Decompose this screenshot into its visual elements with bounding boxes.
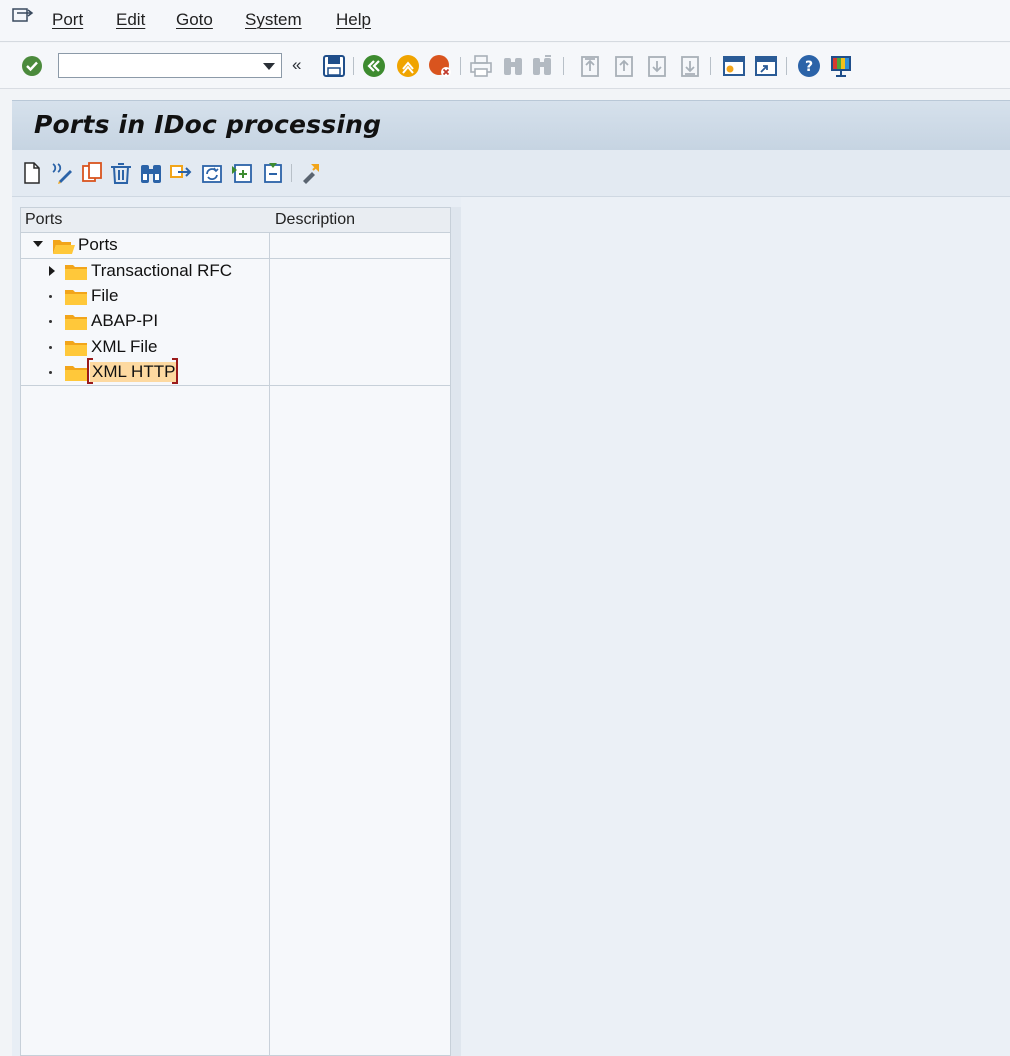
next-page-icon bbox=[648, 56, 666, 77]
menu-bar: Port Edit Goto System Help bbox=[0, 0, 1010, 42]
menu-edit[interactable]: Edit bbox=[116, 10, 145, 30]
tree-node-label[interactable]: XML File bbox=[91, 337, 157, 357]
folder-icon bbox=[65, 341, 87, 356]
enter-check-icon[interactable] bbox=[20, 54, 44, 78]
refresh-icon[interactable] bbox=[200, 161, 224, 185]
tree-node-abap-pi[interactable]: ABAP-PI bbox=[21, 309, 450, 334]
toolbar-separator bbox=[291, 164, 292, 182]
menu-port[interactable]: Port bbox=[52, 10, 83, 30]
toolbar-separator bbox=[786, 57, 787, 75]
leaf-bullet-icon bbox=[49, 295, 52, 298]
toolbar-separator bbox=[460, 57, 461, 75]
menu-expand-icon[interactable] bbox=[12, 7, 34, 27]
create-icon[interactable] bbox=[20, 161, 44, 185]
folder-icon bbox=[65, 366, 87, 381]
change-icon[interactable] bbox=[50, 161, 74, 185]
chevron-down-icon[interactable] bbox=[263, 63, 275, 70]
where-used-icon[interactable] bbox=[298, 161, 322, 185]
toolbar-separator bbox=[563, 57, 564, 75]
expand-subtree-icon[interactable] bbox=[230, 161, 254, 185]
tree-node-transactional-rfc[interactable]: Transactional RFC bbox=[21, 259, 450, 284]
svg-text:?: ? bbox=[805, 59, 813, 75]
page-title: Ports in IDoc processing bbox=[34, 110, 382, 139]
command-field[interactable] bbox=[58, 53, 282, 78]
expand-icon[interactable] bbox=[49, 266, 55, 276]
tree-node-label[interactable]: Transactional RFC bbox=[91, 261, 232, 281]
row-divider bbox=[21, 385, 450, 386]
column-header-description[interactable]: Description bbox=[275, 211, 355, 229]
transport-icon[interactable] bbox=[169, 161, 193, 185]
open-folder-icon bbox=[53, 240, 75, 254]
column-header-ports[interactable]: Ports bbox=[25, 211, 62, 229]
tree-node-xml-file[interactable]: XML File bbox=[21, 335, 450, 360]
folder-icon bbox=[65, 315, 87, 330]
back-history-button[interactable]: « bbox=[292, 55, 301, 75]
tree-header: Ports Description bbox=[21, 208, 450, 233]
menu-system[interactable]: System bbox=[245, 10, 302, 30]
ports-tree: Ports Description Ports Transactional RF… bbox=[20, 207, 451, 1056]
new-session-icon[interactable] bbox=[722, 54, 746, 78]
toolbar-separator bbox=[710, 57, 711, 75]
generate-shortcut-icon[interactable] bbox=[754, 54, 778, 78]
toolbar-separator bbox=[353, 57, 354, 75]
collapse-subtree-icon[interactable] bbox=[260, 161, 284, 185]
splitter[interactable] bbox=[451, 207, 461, 1056]
selection-focus-right bbox=[172, 358, 178, 384]
copy-icon[interactable] bbox=[80, 161, 104, 185]
find-icon[interactable] bbox=[139, 161, 163, 185]
cancel-icon[interactable] bbox=[428, 54, 452, 78]
leaf-bullet-icon bbox=[49, 346, 52, 349]
back-icon[interactable] bbox=[362, 54, 386, 78]
find-icon bbox=[504, 58, 522, 75]
save-icon[interactable] bbox=[322, 54, 346, 78]
print-icon bbox=[470, 55, 492, 77]
menu-goto[interactable]: Goto bbox=[176, 10, 213, 30]
tree-node-xml-http[interactable]: XML HTTP bbox=[21, 358, 450, 385]
tree-node-file[interactable]: File bbox=[21, 284, 450, 309]
exit-icon[interactable] bbox=[396, 54, 420, 78]
previous-page-icon bbox=[615, 56, 633, 77]
find-next-icon bbox=[533, 55, 551, 75]
first-page-icon bbox=[581, 56, 599, 77]
title-bar: Ports in IDoc processing bbox=[12, 100, 1010, 150]
tree-node-label[interactable]: Ports bbox=[78, 235, 118, 255]
leaf-bullet-icon bbox=[49, 371, 52, 374]
leaf-bullet-icon bbox=[49, 320, 52, 323]
delete-icon[interactable] bbox=[109, 161, 133, 185]
folder-icon bbox=[65, 290, 87, 305]
menu-help[interactable]: Help bbox=[336, 10, 371, 30]
application-toolbar bbox=[12, 150, 1010, 197]
folder-icon bbox=[65, 265, 87, 280]
tree-node-label-selected[interactable]: XML HTTP bbox=[90, 362, 178, 382]
help-icon[interactable]: ? bbox=[797, 54, 821, 78]
tree-node-root[interactable]: Ports bbox=[21, 233, 450, 258]
tree-node-label[interactable]: File bbox=[91, 286, 118, 306]
standard-toolbar: « ? bbox=[0, 43, 1010, 89]
customize-layout-icon[interactable] bbox=[829, 54, 853, 78]
detail-area bbox=[461, 197, 1010, 1056]
last-page-icon bbox=[681, 56, 699, 77]
tree-node-label[interactable]: ABAP-PI bbox=[91, 311, 158, 331]
command-input[interactable] bbox=[59, 54, 249, 77]
collapse-icon[interactable] bbox=[33, 241, 43, 247]
